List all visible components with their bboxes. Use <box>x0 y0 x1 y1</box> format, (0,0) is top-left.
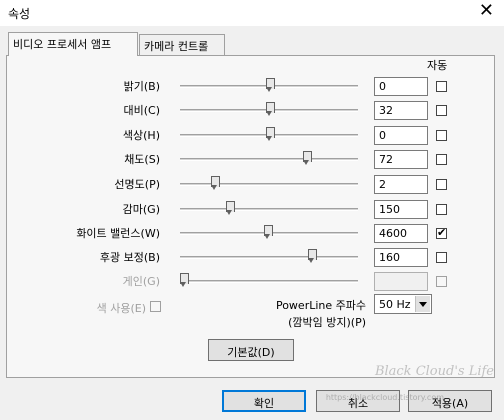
default-button[interactable]: 기본값(D) <box>208 339 294 361</box>
row-slider[interactable] <box>180 127 358 143</box>
powerline-select[interactable]: 50 Hz <box>374 294 432 314</box>
powerline-label-2: (깜박임 방지)(P) <box>288 316 366 329</box>
watermark-url: https://blackcloud.tistory.com <box>325 393 444 402</box>
auto-checkbox[interactable] <box>436 154 447 165</box>
row-value-field[interactable]: 0 <box>374 126 428 145</box>
row-label: 후광 보정(B) <box>99 251 160 264</box>
auto-checkbox[interactable] <box>436 179 447 190</box>
row-slider[interactable] <box>180 249 358 265</box>
row-value-field[interactable]: 160 <box>374 248 428 267</box>
row-label: 밝기(B) <box>123 80 160 93</box>
auto-checkbox[interactable] <box>436 105 447 116</box>
close-icon[interactable]: ✕ <box>479 2 494 20</box>
slider-track <box>180 208 358 211</box>
row-value-field <box>374 272 428 291</box>
slider-thumb[interactable] <box>265 102 275 116</box>
slider-track <box>180 256 358 259</box>
row-value-field[interactable]: 0 <box>374 77 428 96</box>
row-slider[interactable] <box>180 78 358 94</box>
row-label: 선명도(P) <box>114 178 160 191</box>
row-label: 화이트 밸런스(W) <box>76 227 160 240</box>
color-use-checkbox[interactable] <box>150 301 161 312</box>
auto-checkbox[interactable] <box>436 204 447 215</box>
slider-track <box>180 280 358 283</box>
row-label: 채도(S) <box>124 153 160 166</box>
tab-camera-control[interactable]: 카메라 컨트롤 <box>139 34 225 56</box>
row-label: 색상(H) <box>122 129 160 142</box>
slider-thumb[interactable] <box>210 176 220 190</box>
slider-track <box>180 183 358 186</box>
window-title: 속성 <box>8 7 31 21</box>
slider-thumb[interactable] <box>263 225 273 239</box>
auto-checkbox[interactable] <box>436 81 447 92</box>
auto-checkbox[interactable]: ✔ <box>436 226 447 239</box>
check-icon: ✔ <box>437 226 447 239</box>
row-slider[interactable] <box>180 225 358 241</box>
chevron-down-icon[interactable] <box>415 296 430 312</box>
slider-thumb[interactable] <box>265 78 275 92</box>
auto-checkbox <box>436 276 447 287</box>
ok-button[interactable]: 확인 <box>222 390 306 412</box>
row-slider[interactable] <box>180 151 358 167</box>
auto-checkbox[interactable] <box>436 130 447 141</box>
slider-thumb <box>180 273 189 287</box>
slider-track <box>180 158 358 161</box>
row-slider[interactable] <box>180 176 358 192</box>
row-value-field[interactable]: 72 <box>374 150 428 169</box>
row-value-field[interactable]: 150 <box>374 200 428 219</box>
row-label: 감마(G) <box>122 203 160 216</box>
color-use-label: 색 사용(E) <box>96 302 146 315</box>
row-label: 대비(C) <box>123 104 160 117</box>
row-slider[interactable] <box>180 201 358 217</box>
powerline-label-1: PowerLine 주파수 <box>275 299 366 312</box>
row-slider[interactable] <box>180 102 358 118</box>
tab-video-processor-amp[interactable]: 비디오 프로세서 앰프 <box>8 32 138 56</box>
auto-checkbox[interactable] <box>436 252 447 263</box>
watermark-title: Black Cloud's Life <box>374 364 494 379</box>
slider-thumb[interactable] <box>303 151 313 165</box>
row-slider <box>180 273 358 289</box>
row-value-field[interactable]: 32 <box>374 101 428 120</box>
row-value-field[interactable]: 4600 <box>374 224 428 243</box>
slider-thumb[interactable] <box>226 201 236 215</box>
auto-header: 자동 <box>427 59 448 72</box>
slider-thumb[interactable] <box>265 127 275 141</box>
row-label: 게인(G) <box>122 275 160 288</box>
title-bar: 속성 ✕ <box>0 0 504 26</box>
slider-thumb[interactable] <box>308 249 318 263</box>
powerline-selected-value: 50 Hz <box>379 298 411 311</box>
row-value-field[interactable]: 2 <box>374 175 428 194</box>
